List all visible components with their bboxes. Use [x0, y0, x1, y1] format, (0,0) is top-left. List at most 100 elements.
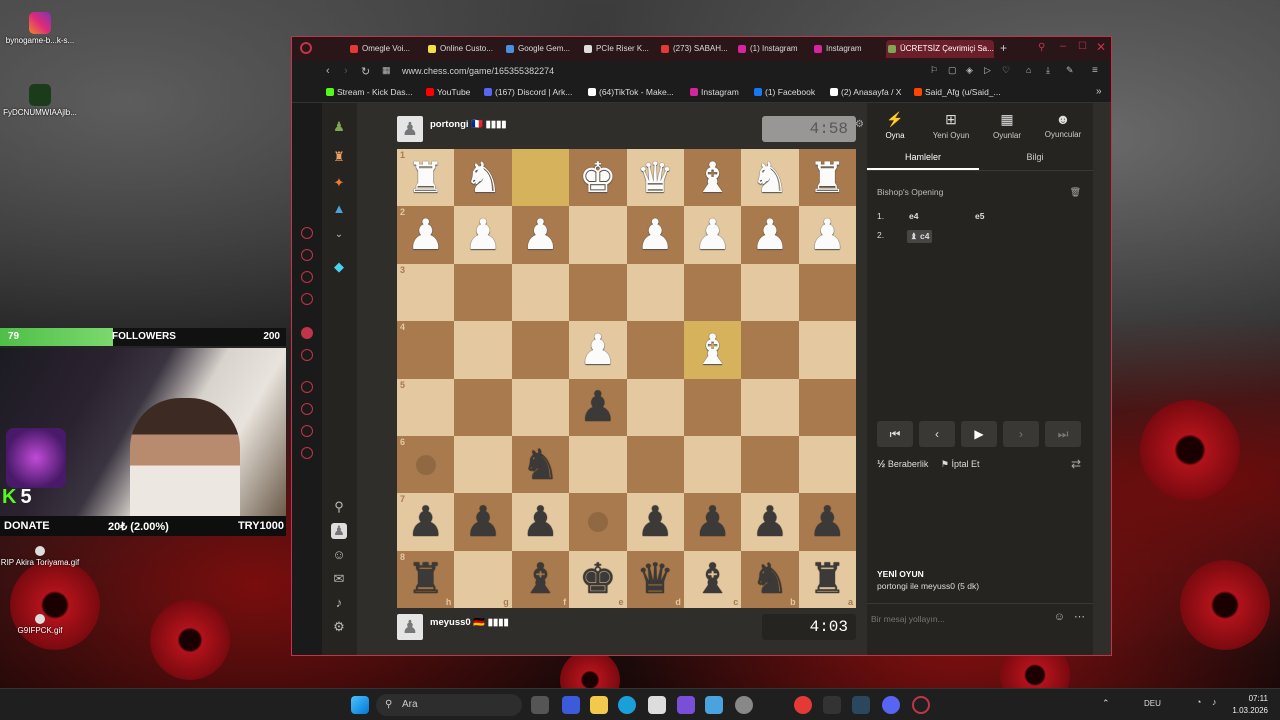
board-square[interactable] [683, 435, 742, 494]
download-icon[interactable]: ⤓ [1046, 65, 1050, 76]
board-square[interactable] [626, 435, 684, 494]
shield-icon[interactable]: ◈ [966, 65, 973, 76]
black-pawn-piece[interactable]: ♟ [522, 500, 560, 543]
board-square[interactable]: ♟ [683, 206, 742, 264]
board-square[interactable]: ♜ [798, 149, 856, 207]
board-square[interactable]: ♟ [798, 206, 856, 264]
board-square[interactable]: 8 h ♜ [397, 550, 455, 608]
white-pawn-piece[interactable]: ♟ [694, 214, 732, 256]
last-move-button[interactable]: ⏭ [1045, 421, 1081, 447]
board-square[interactable]: ♟ [511, 206, 570, 264]
bookmark-item[interactable]: Instagram [690, 87, 739, 97]
board-square[interactable]: ♟ [683, 493, 742, 551]
prev-move-button[interactable]: ‹ [919, 421, 955, 447]
board-square[interactable] [741, 378, 799, 436]
url-field[interactable]: www.chess.com/game/165355382274 [402, 66, 554, 76]
sidebar-settings-icon[interactable] [301, 447, 313, 459]
move-white[interactable]: e4 [909, 211, 918, 221]
bookmark-item[interactable]: (167) Discord | Ark... [484, 87, 572, 97]
white-rook-piece[interactable]: ♜ [407, 156, 445, 199]
more-nav-icon[interactable]: ⌄ [331, 227, 347, 243]
sidebar-pin-icon[interactable] [301, 425, 313, 437]
board-square[interactable] [511, 321, 570, 379]
bookmark-item[interactable]: Stream - Kick Das... [326, 87, 413, 97]
white-bishop-piece[interactable]: ♝ [694, 328, 732, 371]
site-info-icon[interactable]: ▦ [382, 65, 391, 76]
app-icon[interactable] [794, 696, 812, 714]
opera-logo-icon[interactable] [300, 42, 312, 54]
tab-games[interactable]: ▦ Oyunlar [979, 111, 1035, 140]
black-pawn-piece[interactable]: ♟ [808, 500, 846, 543]
board-square[interactable] [741, 321, 799, 379]
browser-tab[interactable]: (1) Instagram [736, 40, 808, 58]
white-pawn-piece[interactable]: ♟ [464, 214, 502, 256]
sidebar-messenger-icon[interactable] [301, 227, 313, 239]
start-icon[interactable] [351, 696, 369, 714]
board-square[interactable] [511, 378, 570, 436]
board-square[interactable]: ♟ [569, 378, 627, 436]
forward-icon[interactable]: › [344, 65, 348, 77]
black-pawn-piece[interactable]: ♟ [407, 500, 445, 543]
desktop-icon[interactable]: RIP Akira Toriyama.gif [0, 546, 80, 567]
volume-icon[interactable]: ♪ [1212, 697, 1217, 707]
move-hint-dot[interactable] [587, 511, 608, 532]
board-square[interactable] [454, 321, 512, 379]
snapshot-icon[interactable]: ▢ [948, 65, 957, 76]
white-pawn-piece[interactable]: ♟ [522, 214, 560, 256]
discord-icon[interactable] [882, 696, 900, 714]
white-pawn-piece[interactable]: ♟ [579, 328, 617, 371]
epic-games-icon[interactable] [823, 696, 841, 714]
back-icon[interactable]: ‹ [326, 65, 330, 77]
board-square[interactable]: ♚ [569, 149, 627, 207]
widgets-icon[interactable] [562, 696, 580, 714]
move-hint-dot[interactable] [415, 454, 436, 475]
app-icon[interactable] [705, 696, 723, 714]
board-square[interactable] [798, 378, 856, 436]
more-options-icon[interactable]: ⋯ [1074, 610, 1085, 623]
white-king-piece[interactable]: ♚ [579, 156, 617, 199]
app-icon[interactable] [735, 696, 753, 714]
black-queen-piece[interactable]: ♛ [636, 558, 674, 600]
browser-tab[interactable]: Instagram [812, 40, 882, 58]
menu-icon[interactable]: ≡ [1092, 65, 1098, 76]
board-square[interactable] [454, 263, 512, 322]
black-pawn-piece[interactable]: ♟ [636, 500, 674, 543]
learn-nav-icon[interactable]: ▲ [331, 201, 347, 217]
board-square[interactable]: 3 [397, 263, 455, 322]
tab-info[interactable]: Bilgi [979, 152, 1091, 162]
draw-button[interactable]: ½ Beraberlik [877, 459, 928, 470]
messages-nav-icon[interactable]: ✉ [331, 571, 347, 587]
board-square[interactable]: ♟ [454, 493, 512, 551]
black-knight-piece[interactable]: ♞ [751, 558, 789, 600]
move-black[interactable]: e5 [975, 211, 984, 221]
play-nav-icon[interactable]: ♜ [331, 149, 347, 165]
board-square[interactable]: 2 ♟ [397, 206, 455, 264]
white-pawn-piece[interactable]: ♟ [751, 214, 789, 256]
bookmark-item[interactable]: (2) Anasayfa / X [830, 87, 901, 97]
board-square[interactable]: ♞ [741, 149, 799, 207]
apps-icon[interactable] [677, 696, 695, 714]
top-player-name[interactable]: portongi 🇫🇷 ▮▮▮▮ [430, 119, 507, 130]
board-square[interactable] [569, 263, 627, 322]
network-icon[interactable]: ◔ [1196, 697, 1201, 707]
trash-icon[interactable]: 🗑 [1070, 187, 1081, 198]
board-square[interactable]: ♟ [626, 493, 684, 551]
board-square[interactable] [569, 206, 627, 264]
wallet-icon[interactable]: ⌂ [1026, 65, 1031, 75]
board-square[interactable]: ♟ [741, 206, 799, 264]
reload-icon[interactable]: ↻ [361, 65, 370, 78]
taskbar-search[interactable]: ⚲ Ara [376, 694, 522, 716]
board-square[interactable]: d ♛ [626, 550, 684, 608]
board-square[interactable] [454, 435, 512, 494]
board-square[interactable] [626, 263, 684, 322]
white-knight-piece[interactable]: ♞ [751, 156, 789, 199]
board-square[interactable]: 4 [397, 321, 455, 379]
board-square[interactable]: ♟ [798, 493, 856, 551]
browser-tab[interactable]: Google Gem... [504, 40, 576, 58]
task-view-icon[interactable] [531, 696, 549, 714]
tab-new-game[interactable]: ⊞ Yeni Oyun [923, 111, 979, 140]
board-settings-icon[interactable]: ⚙ [855, 119, 864, 130]
tray-chevron-icon[interactable]: ⌃ [1102, 698, 1110, 709]
board-square[interactable] [511, 263, 570, 322]
ai-icon[interactable]: ✎ [1066, 65, 1074, 76]
